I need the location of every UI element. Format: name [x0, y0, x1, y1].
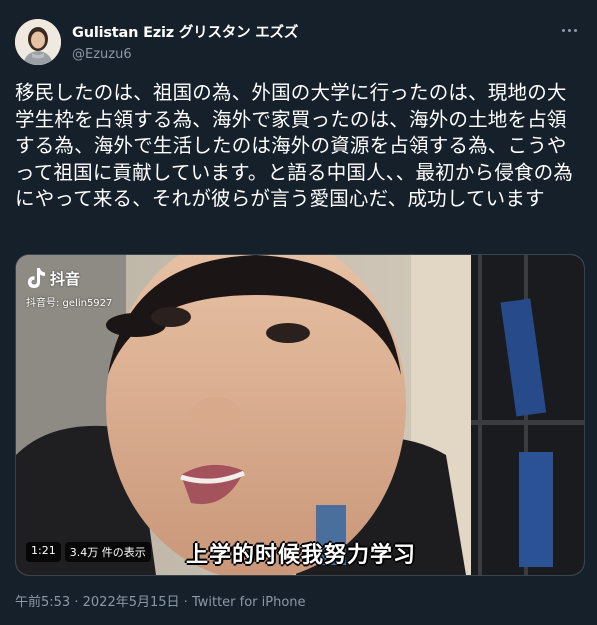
avatar-photo-icon — [15, 19, 61, 65]
tiktok-account-id: 抖音号: gelin5927 — [26, 298, 113, 309]
tweet-source[interactable]: Twitter for iPhone — [192, 595, 306, 610]
meta-separator: · — [74, 595, 79, 610]
tiktok-watermark: 抖音 — [26, 267, 80, 289]
tweet-time[interactable]: 午前5:53 — [15, 595, 70, 610]
tweet-text: 移民したのは、祖国の為、外国の大学に行ったのは、現地の大学生枠を占領する為、海外… — [15, 81, 574, 211]
video-player[interactable]: 抖音 抖音号: gelin5927 上学的时候我努力学习 1:21 3.4万 件… — [15, 254, 585, 576]
video-info-badges: 1:21 3.4万 件の表示 — [26, 542, 151, 562]
tweet-metadata: 午前5:53 · 2022年5月15日 · Twitter for iPhone — [15, 591, 306, 610]
more-horizontal-icon — [567, 28, 571, 32]
tiktok-app-name: 抖音 — [50, 269, 81, 288]
meta-separator: · — [183, 595, 188, 610]
tweet-date[interactable]: 2022年5月15日 — [83, 595, 180, 610]
more-horizontal-icon — [573, 28, 577, 32]
video-view-count: 3.4万 件の表示 — [64, 542, 151, 562]
video-subtitle: 上学的时候我努力学习 — [185, 543, 416, 568]
video-duration: 1:21 — [26, 542, 61, 562]
author-handle[interactable]: @Ezuzu6 — [72, 47, 298, 62]
tweet-card: Gulistan Eziz グリスタン エズズ @Ezuzu6 移民したのは、祖… — [0, 0, 597, 625]
author-display-name[interactable]: Gulistan Eziz グリスタン エズズ — [72, 21, 298, 42]
more-horizontal-icon — [561, 28, 565, 32]
tiktok-logo-icon — [28, 268, 45, 288]
author-info: Gulistan Eziz グリスタン エズズ @Ezuzu6 — [72, 21, 298, 62]
author-avatar[interactable] — [15, 19, 61, 65]
more-options-button[interactable] — [557, 18, 581, 42]
